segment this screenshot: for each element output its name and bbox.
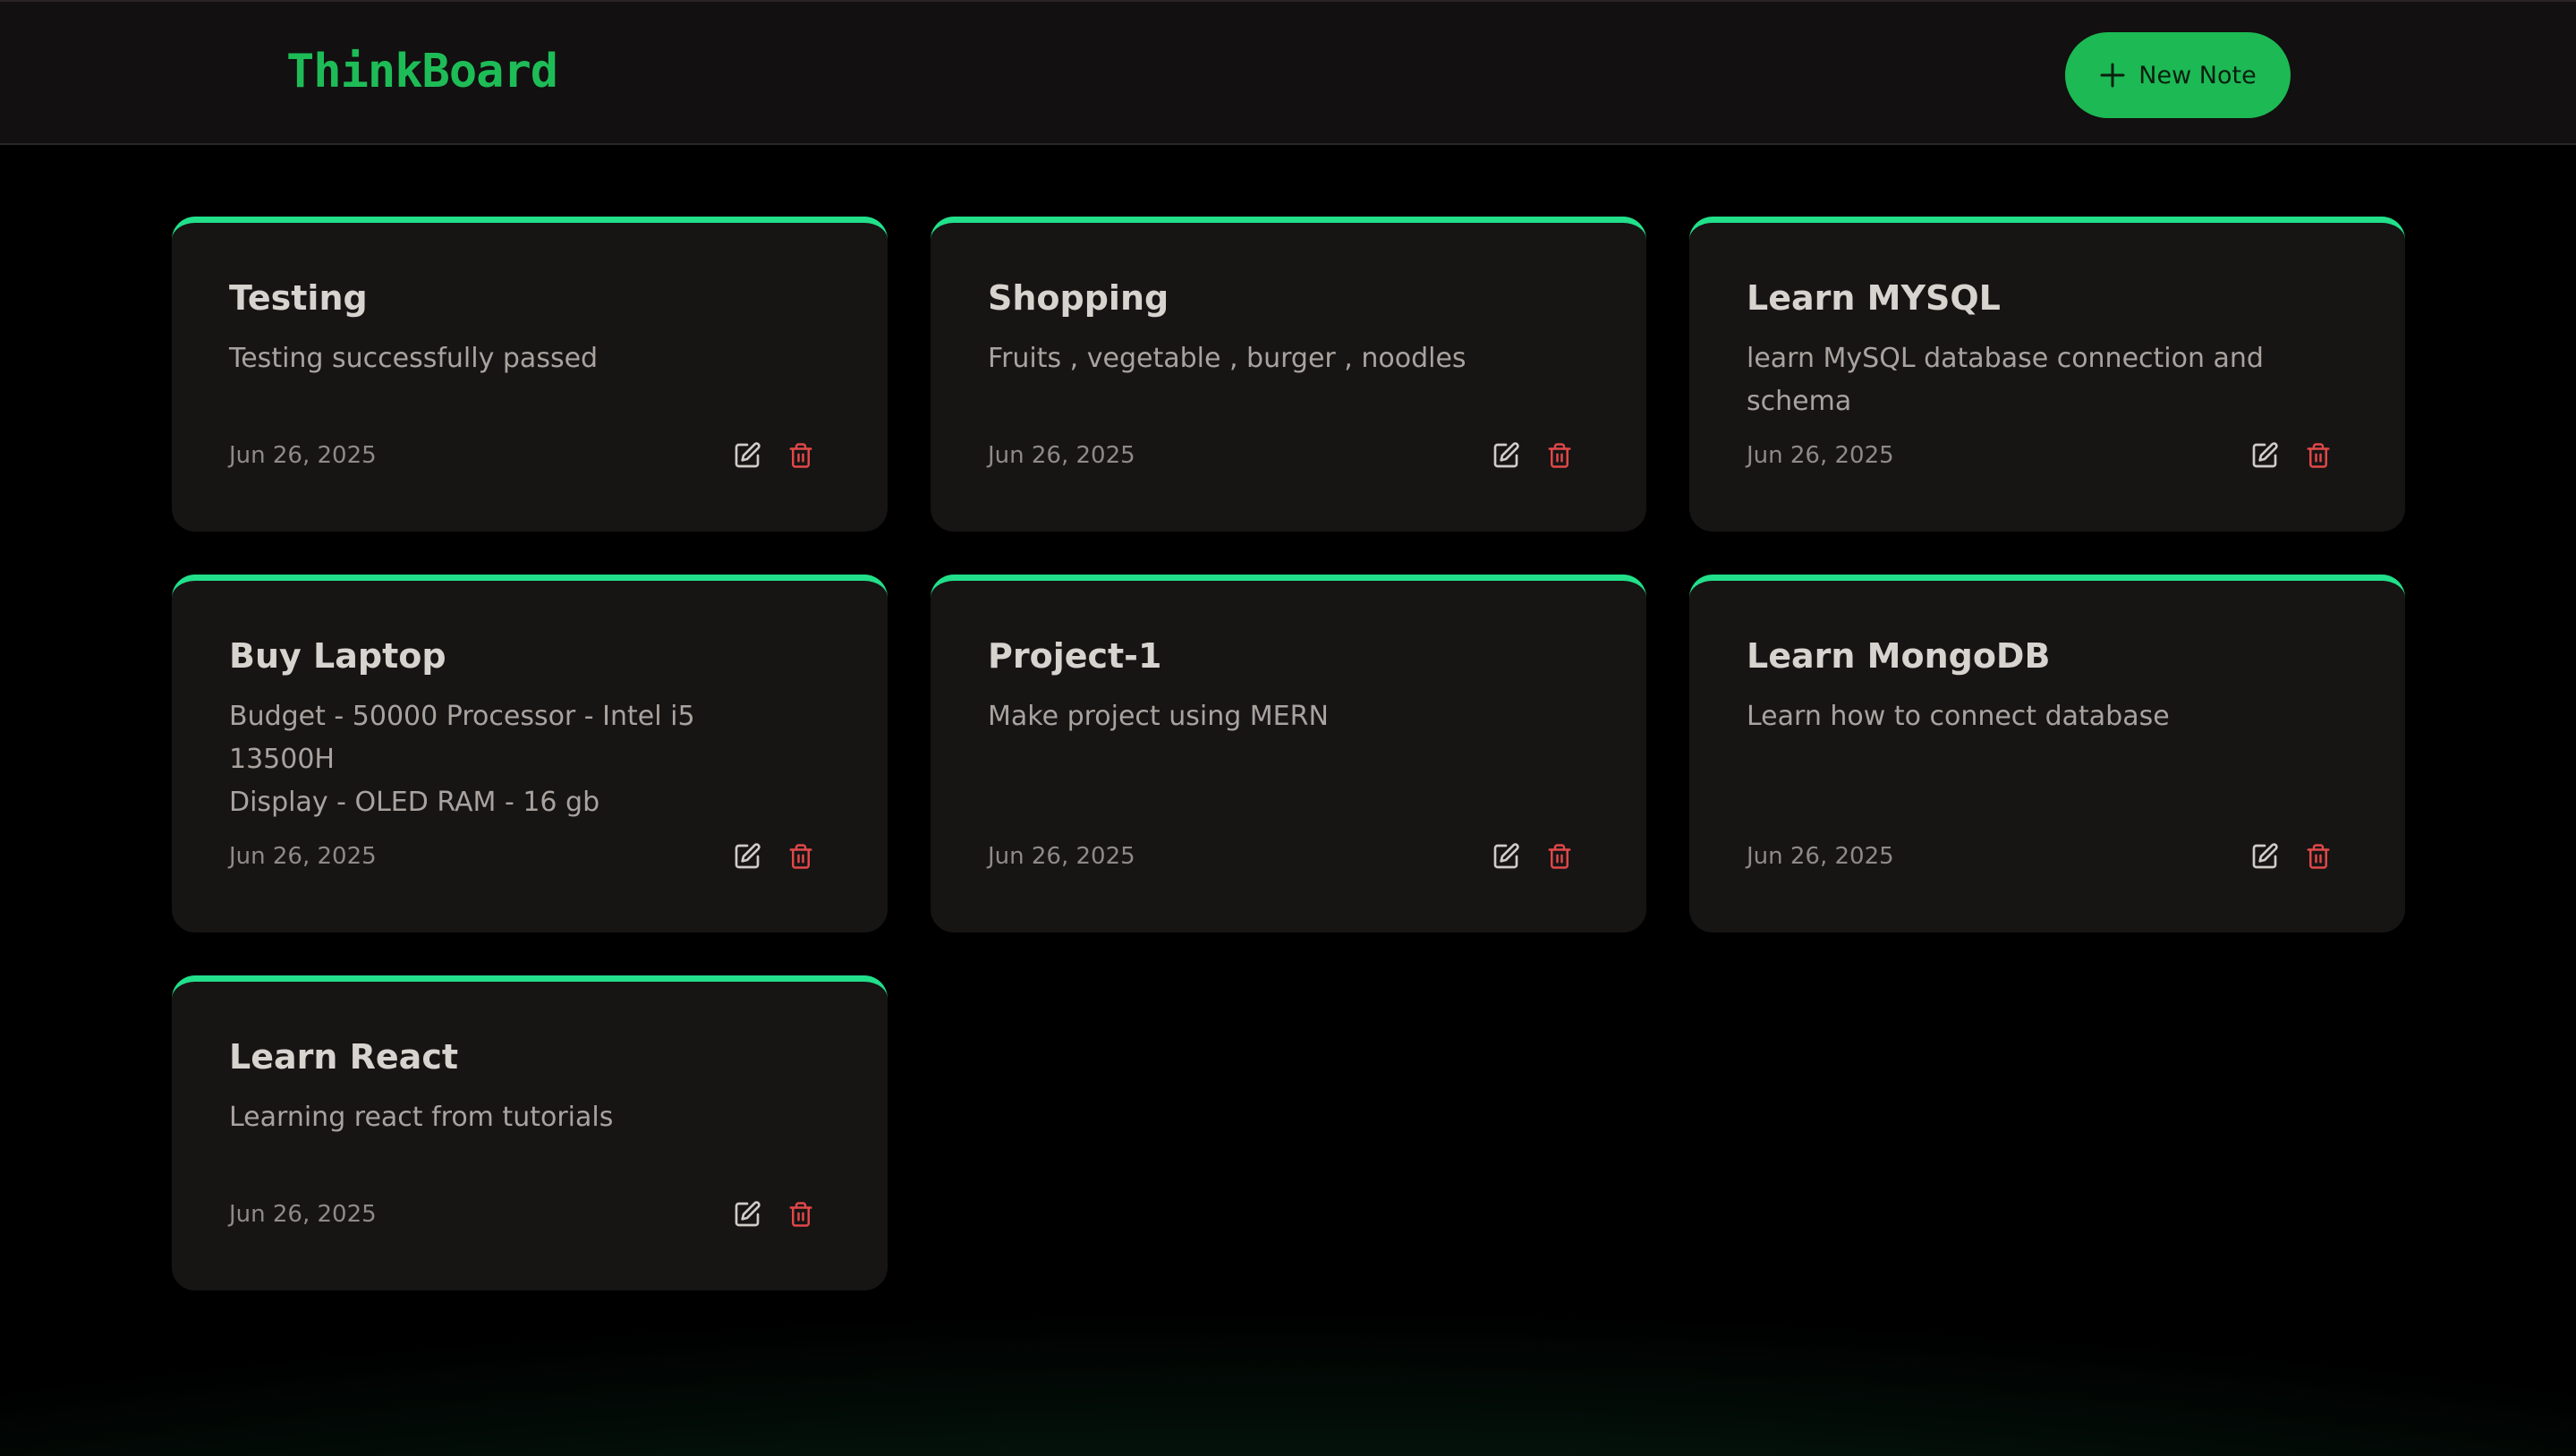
note-date: Jun 26, 2025: [229, 1201, 377, 1228]
note-footer: Jun 26, 2025: [229, 841, 816, 872]
note-title: Shopping: [988, 278, 1169, 318]
note-content: learn MySQL database connection and sche…: [1747, 342, 2264, 417]
edit-icon[interactable]: [1491, 440, 1521, 471]
trash-icon[interactable]: [1544, 440, 1575, 471]
note-actions: [2249, 841, 2334, 872]
note-card[interactable]: Learn MYSQL learn MySQL database connect…: [1689, 217, 2405, 532]
note-footer: Jun 26, 2025: [988, 440, 1575, 471]
note-content: Learning react from tutorials: [229, 1101, 614, 1133]
note-card[interactable]: Testing Testing successfully passed Jun …: [172, 217, 888, 532]
note-card[interactable]: Buy Laptop Budget - 50000 Processor - In…: [172, 575, 888, 932]
note-footer: Jun 26, 2025: [988, 841, 1575, 872]
note-title: Project-1: [988, 636, 1162, 676]
note-footer: Jun 26, 2025: [229, 440, 816, 471]
trash-icon[interactable]: [786, 440, 816, 471]
note-content: Make project using MERN: [988, 700, 1329, 732]
note-footer: Jun 26, 2025: [1747, 440, 2334, 471]
note-content: Budget - 50000 Processor - Intel i5 1350…: [229, 700, 695, 818]
trash-icon[interactable]: [2303, 841, 2334, 872]
note-actions: [732, 1199, 816, 1230]
note-date: Jun 26, 2025: [229, 442, 377, 469]
notes-grid: Testing Testing successfully passed Jun …: [172, 217, 2405, 1290]
trash-icon[interactable]: [786, 841, 816, 872]
note-date: Jun 26, 2025: [1747, 442, 1894, 469]
note-actions: [1491, 841, 1575, 872]
note-footer: Jun 26, 2025: [1747, 841, 2334, 872]
note-date: Jun 26, 2025: [229, 843, 377, 870]
note-content: Testing successfully passed: [229, 342, 599, 374]
trash-icon[interactable]: [786, 1199, 816, 1230]
note-card[interactable]: Learn MongoDB Learn how to connect datab…: [1689, 575, 2405, 932]
note-actions: [1491, 440, 1575, 471]
trash-icon[interactable]: [2303, 440, 2334, 471]
note-title: Learn MYSQL: [1747, 278, 2001, 318]
note-actions: [2249, 440, 2334, 471]
edit-icon[interactable]: [732, 440, 762, 471]
note-title: Learn React: [229, 1037, 459, 1077]
edit-icon[interactable]: [732, 1199, 762, 1230]
note-card[interactable]: Project-1 Make project using MERN Jun 26…: [931, 575, 1646, 932]
note-actions: [732, 440, 816, 471]
new-note-button[interactable]: New Note: [2065, 32, 2291, 118]
note-title: Buy Laptop: [229, 636, 446, 676]
note-card[interactable]: Shopping Fruits , vegetable , burger , n…: [931, 217, 1646, 532]
edit-icon[interactable]: [732, 841, 762, 872]
edit-icon[interactable]: [2249, 440, 2280, 471]
note-footer: Jun 26, 2025: [229, 1199, 816, 1230]
note-content: Learn how to connect database: [1747, 700, 2170, 732]
app-logo[interactable]: ThinkBoard: [286, 45, 558, 98]
top-navbar: ThinkBoard New Note: [0, 0, 2576, 145]
edit-icon[interactable]: [2249, 841, 2280, 872]
note-date: Jun 26, 2025: [988, 843, 1135, 870]
plus-icon: [2099, 62, 2126, 89]
note-actions: [732, 841, 816, 872]
edit-icon[interactable]: [1491, 841, 1521, 872]
note-title: Learn MongoDB: [1747, 636, 2051, 676]
note-card[interactable]: Learn React Learning react from tutorial…: [172, 975, 888, 1290]
note-date: Jun 26, 2025: [1747, 843, 1894, 870]
new-note-label: New Note: [2138, 61, 2257, 89]
note-date: Jun 26, 2025: [988, 442, 1135, 469]
note-title: Testing: [229, 278, 368, 318]
note-content: Fruits , vegetable , burger , noodles: [988, 342, 1467, 374]
trash-icon[interactable]: [1544, 841, 1575, 872]
